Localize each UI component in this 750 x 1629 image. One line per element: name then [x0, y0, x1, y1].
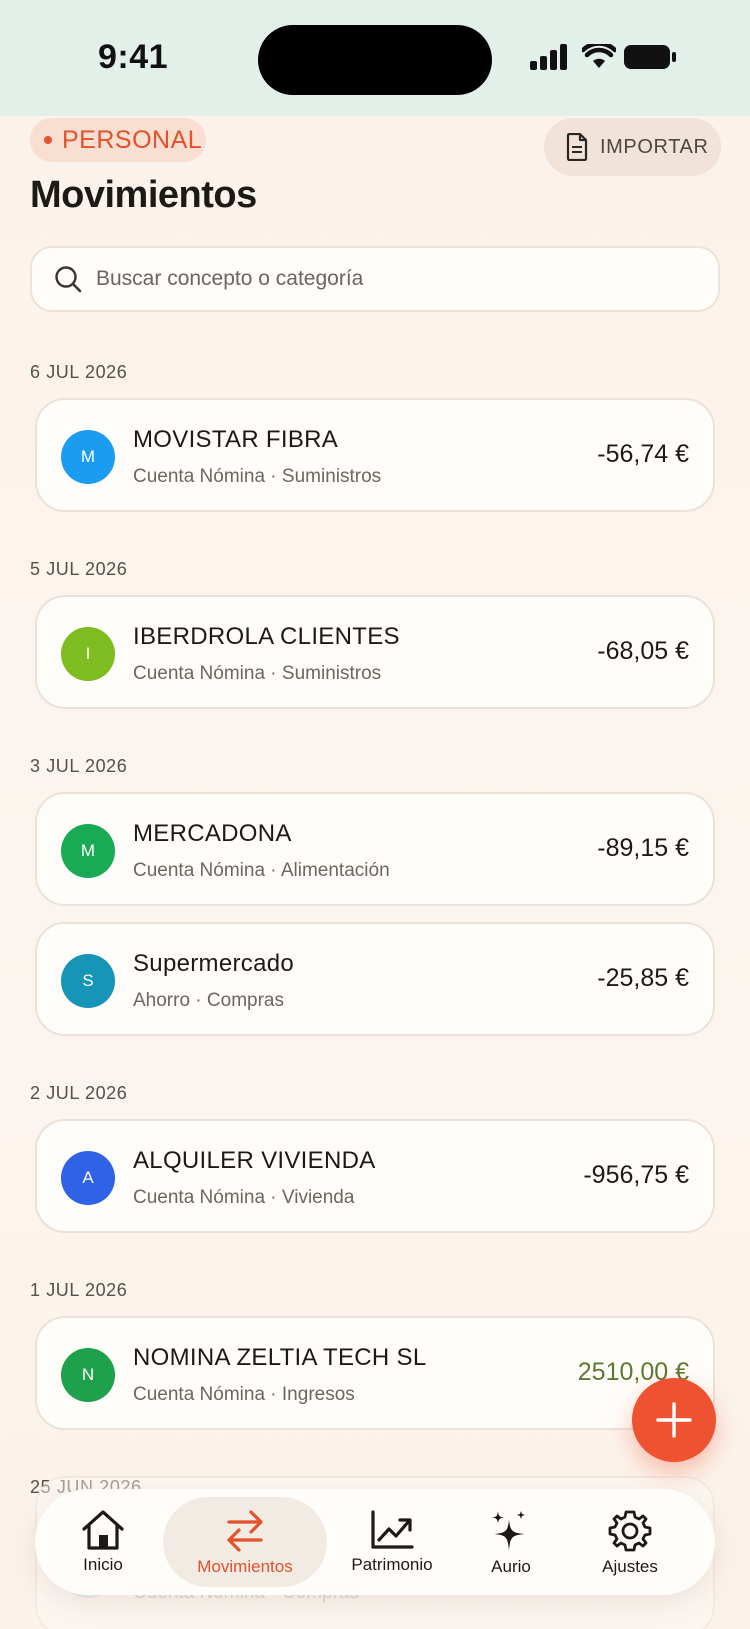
transaction-title: MOVISTAR FIBRA	[133, 426, 339, 453]
dynamic-island	[258, 25, 492, 95]
cellular-signal-icon	[530, 44, 567, 70]
merchant-avatar: A	[61, 1151, 115, 1205]
merchant-avatar: M	[61, 430, 115, 484]
transfer-arrows-icon	[227, 1510, 263, 1552]
date-header: 6 JUL 2026	[30, 362, 128, 382]
battery-icon	[624, 45, 676, 69]
sparkles-icon	[492, 1511, 525, 1551]
transaction-title: MERCADONA	[133, 820, 292, 847]
transaction-subtitle: Cuenta Nómina · Alimentación	[133, 860, 390, 881]
search-icon	[55, 266, 82, 293]
tab-inicio[interactable]: Inicio	[53, 1497, 153, 1587]
tab-ajustes[interactable]: Ajustes	[575, 1497, 685, 1587]
transaction-subtitle: Cuenta Nómina · Ingresos	[133, 1384, 355, 1405]
transaction-subtitle: Cuenta Nómina · Suministros	[133, 466, 382, 487]
profile-dot-icon	[44, 136, 52, 144]
transaction-row[interactable]: I IBERDROLA CLIENTES Cuenta Nómina · Sum…	[35, 595, 715, 709]
home-icon	[82, 1510, 124, 1550]
import-button[interactable]: IMPORTAR	[544, 118, 721, 176]
merchant-avatar: M	[61, 824, 115, 878]
transaction-row[interactable]: M MERCADONA Cuenta Nómina · Alimentación…	[35, 792, 715, 906]
transaction-row[interactable]: A ALQUILER VIVIENDA Cuenta Nómina · Vivi…	[35, 1119, 715, 1233]
transaction-title: ALQUILER VIVIENDA	[133, 1147, 376, 1174]
search-bar[interactable]	[30, 246, 720, 312]
merchant-avatar: I	[61, 627, 115, 681]
chart-trend-icon	[371, 1510, 414, 1549]
transaction-title: Supermercado	[133, 950, 295, 977]
date-header: 1 JUL 2026	[30, 1280, 128, 1300]
tab-bar: Inicio Movimientos Patrimonio Aurio Ajus…	[35, 1489, 715, 1595]
transaction-amount: -89,15 €	[597, 834, 689, 862]
merchant-avatar: N	[61, 1348, 115, 1402]
gear-icon	[608, 1510, 652, 1552]
search-input[interactable]	[96, 267, 656, 291]
tab-label: Patrimonio	[351, 1555, 433, 1574]
transaction-subtitle: Ahorro · Compras	[133, 990, 284, 1011]
wifi-icon	[582, 44, 616, 68]
import-button-label: IMPORTAR	[600, 135, 709, 158]
transaction-amount: -56,74 €	[597, 440, 689, 468]
add-transaction-button[interactable]	[632, 1378, 716, 1462]
merchant-avatar: S	[61, 954, 115, 1008]
date-header: 2 JUL 2026	[30, 1083, 128, 1103]
transaction-amount: -25,85 €	[597, 964, 689, 992]
transaction-amount: -68,05 €	[597, 637, 689, 665]
transaction-amount: -956,75 €	[583, 1161, 689, 1189]
transaction-title: IBERDROLA CLIENTES	[133, 623, 400, 650]
tab-label: Inicio	[83, 1555, 123, 1574]
tab-label: Movimientos	[197, 1557, 293, 1576]
transaction-subtitle: Cuenta Nómina · Vivienda	[133, 1187, 355, 1208]
page-title: Movimientos	[30, 174, 257, 216]
tab-movimientos[interactable]: Movimientos	[163, 1497, 327, 1587]
tab-patrimonio[interactable]: Patrimonio	[327, 1497, 457, 1587]
transaction-row[interactable]: N NOMINA ZELTIA TECH SL Cuenta Nómina · …	[35, 1316, 715, 1430]
document-icon	[566, 133, 588, 161]
tab-aurio[interactable]: Aurio	[461, 1497, 561, 1587]
status-time: 9:41	[98, 38, 169, 76]
date-header: 5 JUL 2026	[30, 559, 128, 579]
plus-icon	[656, 1402, 692, 1438]
status-bar: 9:41	[0, 0, 750, 116]
transaction-row[interactable]: S Supermercado Ahorro · Compras -25,85 €	[35, 922, 715, 1036]
tab-label: Aurio	[491, 1557, 531, 1576]
profile-chip-label: PERSONAL	[62, 125, 203, 154]
transaction-row[interactable]: M MOVISTAR FIBRA Cuenta Nómina · Suminis…	[35, 398, 715, 512]
profile-chip[interactable]: PERSONAL	[30, 118, 206, 162]
date-header: 3 JUL 2026	[30, 756, 128, 776]
transaction-title: NOMINA ZELTIA TECH SL	[133, 1344, 427, 1371]
transaction-subtitle: Cuenta Nómina · Suministros	[133, 663, 382, 684]
tab-label: Ajustes	[602, 1557, 658, 1576]
